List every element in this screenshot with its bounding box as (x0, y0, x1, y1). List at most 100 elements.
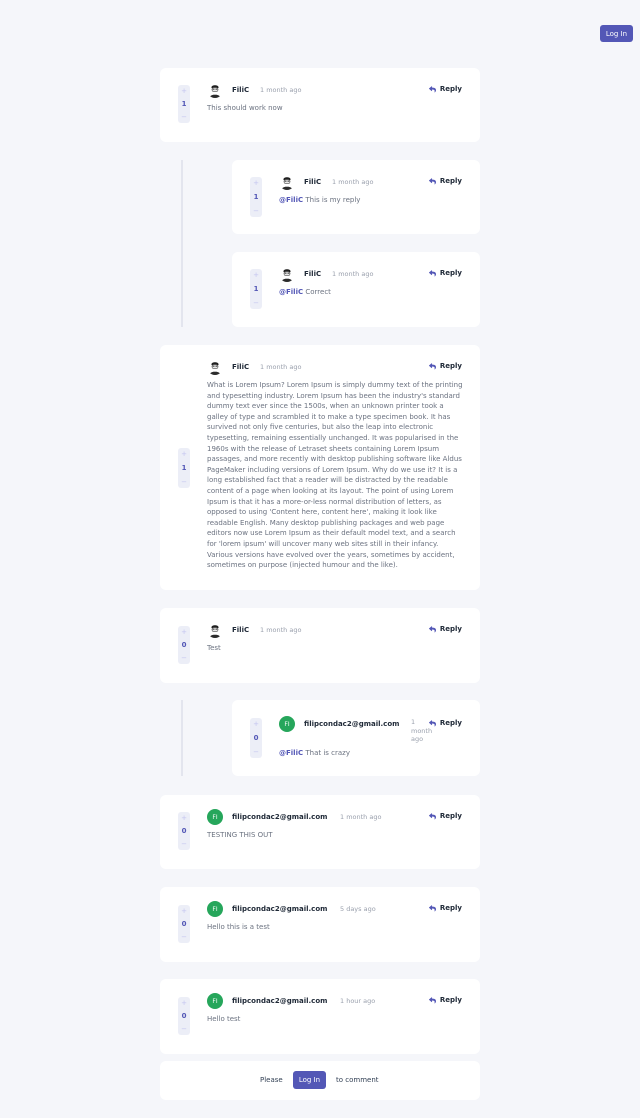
vote-widget: + 0 − (250, 718, 262, 758)
upvote-button[interactable]: + (181, 999, 187, 1007)
comment-text: @FiliC Correct (279, 288, 331, 296)
timestamp: 1 month ago (260, 363, 302, 371)
upvote-button[interactable]: + (181, 814, 187, 822)
vote-widget: + 1 − (250, 177, 262, 217)
reply-button[interactable]: Reply (428, 269, 462, 277)
reply-arrow-icon (428, 625, 436, 633)
vote-widget: + 1 − (178, 448, 190, 488)
comment-text: @FiliC This is my reply (279, 196, 361, 204)
comment-text: @FiliC That is crazy (279, 749, 350, 757)
vote-score: 0 (181, 1012, 187, 1020)
user-avatar-icon: FI (207, 901, 223, 917)
to-comment-text: to comment (336, 1076, 379, 1084)
comment-text: This should work now (207, 104, 283, 112)
login-to-comment-button[interactable]: Log In (293, 1071, 326, 1089)
user-avatar-icon: FI (207, 993, 223, 1009)
reply-arrow-icon (428, 812, 436, 820)
vote-score: 0 (181, 920, 187, 928)
vote-widget: + 1 − (178, 85, 190, 123)
comment-card: + 0 − FI filipcondac2@gmail.com 1 month … (160, 795, 480, 869)
comment-text: TESTING THIS OUT (207, 831, 273, 839)
reply-arrow-icon (428, 904, 436, 912)
vote-score: 0 (253, 734, 259, 742)
upvote-button[interactable]: + (253, 179, 259, 187)
reply-button[interactable]: Reply (428, 719, 462, 727)
username: FiliC (304, 178, 322, 186)
reply-button[interactable]: Reply (428, 812, 462, 820)
comment-text: Hello this is a test (207, 923, 270, 931)
reply-arrow-icon (428, 362, 436, 370)
downvote-button[interactable]: − (181, 1025, 187, 1033)
reply-button[interactable]: Reply (428, 996, 462, 1004)
vote-score: 0 (181, 827, 187, 835)
downvote-button[interactable]: − (181, 933, 187, 941)
mention[interactable]: @FiliC (279, 196, 303, 204)
mention[interactable]: @FiliC (279, 749, 303, 757)
downvote-button[interactable]: − (253, 299, 259, 307)
comment-card: + 1 − FiliC 1 month ago Reply This shoul… (160, 68, 480, 142)
downvote-button[interactable]: − (181, 654, 187, 662)
please-text: Please (260, 1076, 283, 1084)
vote-score: 0 (181, 641, 187, 649)
downvote-button[interactable]: − (253, 207, 259, 215)
upvote-button[interactable]: + (181, 450, 187, 458)
reply-button[interactable]: Reply (428, 362, 462, 370)
vote-widget: + 0 − (178, 997, 190, 1035)
username: filipcondac2@gmail.com (304, 720, 400, 728)
vote-score: 1 (253, 285, 259, 293)
timestamp: 5 days ago (340, 905, 376, 913)
reply-button[interactable]: Reply (428, 904, 462, 912)
reply-button[interactable]: Reply (428, 177, 462, 185)
comment-card: + 1 − FiliC 1 month ago Reply @FiliC Cor… (232, 252, 480, 327)
comment-card: + 0 − FI filipcondac2@gmail.com 1 hour a… (160, 979, 480, 1054)
upvote-button[interactable]: + (181, 628, 187, 636)
vote-score: 1 (181, 100, 187, 108)
user-avatar-icon (279, 174, 295, 190)
upvote-button[interactable]: + (181, 907, 187, 915)
downvote-button[interactable]: − (181, 478, 187, 486)
downvote-button[interactable]: − (181, 113, 187, 121)
comment-text: What is Lorem Ipsum? Lorem Ipsum is simp… (207, 381, 463, 570)
reply-arrow-icon (428, 85, 436, 93)
comment-card: + 1 − FiliC 1 month ago Reply What is Lo… (160, 345, 480, 590)
username: filipcondac2@gmail.com (232, 997, 328, 1005)
reply-arrow-icon (428, 996, 436, 1004)
user-avatar-icon (207, 622, 223, 638)
login-button[interactable]: Log In (600, 25, 633, 42)
timestamp: 1 hour ago (340, 997, 376, 1005)
timestamp: 1 month ago (260, 86, 302, 94)
mention[interactable]: @FiliC (279, 288, 303, 296)
vote-widget: + 0 − (178, 812, 190, 850)
comment-text: Hello test (207, 1015, 241, 1023)
reply-button[interactable]: Reply (428, 625, 462, 633)
comment-card: + 0 − FI filipcondac2@gmail.com 1 month … (232, 700, 480, 776)
timestamp: 1 month ago (332, 178, 374, 186)
reply-arrow-icon (428, 177, 436, 185)
vote-widget: + 0 − (178, 626, 190, 664)
thread-line (181, 700, 183, 776)
reply-button[interactable]: Reply (428, 85, 462, 93)
comment-card: + 0 − FiliC 1 month ago Reply Test (160, 608, 480, 683)
upvote-button[interactable]: + (253, 720, 259, 728)
username: FiliC (232, 626, 250, 634)
username: FiliC (232, 363, 250, 371)
downvote-button[interactable]: − (181, 840, 187, 848)
user-avatar-icon: FI (279, 716, 295, 732)
login-to-comment-bar: Please Log In to comment (160, 1061, 480, 1100)
vote-score: 1 (181, 464, 187, 472)
user-avatar-icon (207, 82, 223, 98)
timestamp: 1 month ago (340, 813, 382, 821)
username: filipcondac2@gmail.com (232, 813, 328, 821)
user-avatar-icon (279, 266, 295, 282)
upvote-button[interactable]: + (181, 87, 187, 95)
username: FiliC (304, 270, 322, 278)
upvote-button[interactable]: + (253, 271, 259, 279)
reply-arrow-icon (428, 719, 436, 727)
user-avatar-icon: FI (207, 809, 223, 825)
timestamp: 1 month ago (332, 270, 374, 278)
reply-arrow-icon (428, 269, 436, 277)
user-avatar-icon (207, 359, 223, 375)
timestamp: 1 month ago (260, 626, 302, 634)
downvote-button[interactable]: − (253, 748, 259, 756)
username: FiliC (232, 86, 250, 94)
